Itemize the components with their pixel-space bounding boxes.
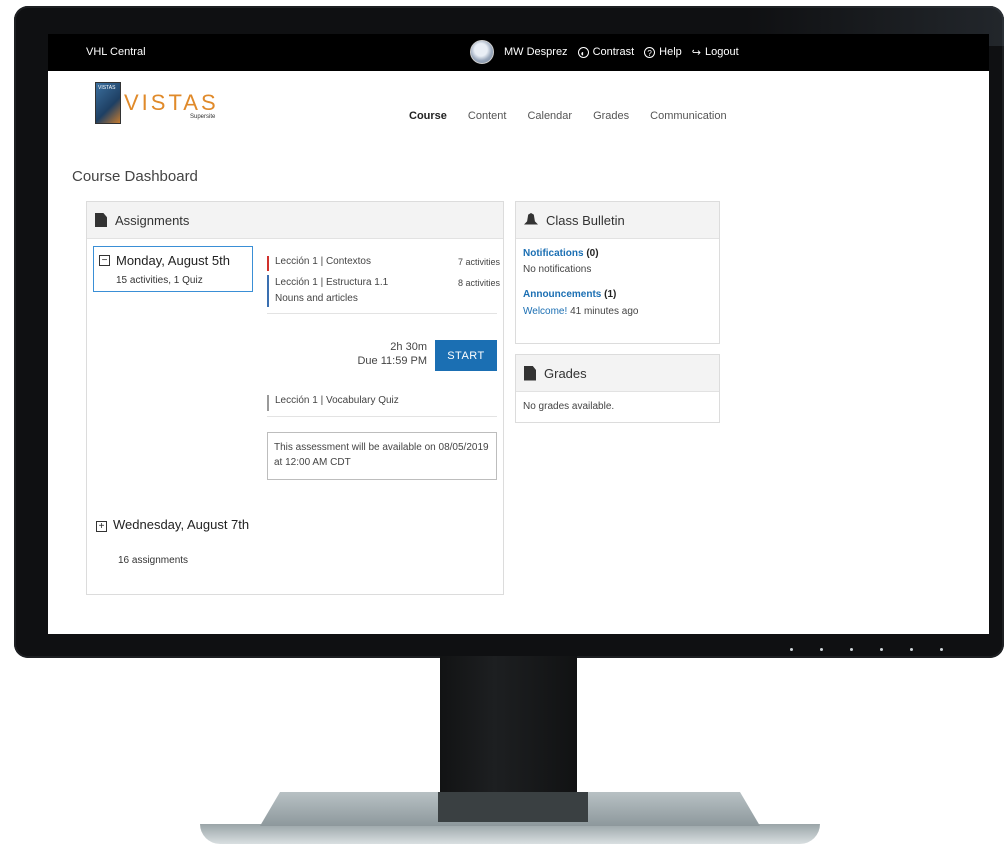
day-title: Monday, August 5th	[116, 253, 230, 268]
help-icon: ?	[644, 46, 656, 58]
grades-panel: Grades No grades available.	[515, 354, 720, 423]
lesson-count: 7 activities	[457, 257, 500, 267]
day-monday[interactable]: − Monday, August 5th 15 activities, 1 Qu…	[93, 246, 253, 292]
logo-text: VISTAS	[124, 90, 219, 115]
document-icon	[95, 213, 107, 227]
lesson-sublabel: Nouns and articles	[275, 293, 358, 304]
vistas-logo[interactable]: VISTAS VISTAS Supersite	[95, 82, 225, 126]
page-title: Course Dashboard	[72, 168, 198, 185]
welcome-link[interactable]: Welcome!	[523, 306, 567, 317]
logout-button[interactable]: ↪ Logout	[692, 46, 739, 59]
announcements-count: (1)	[604, 289, 617, 300]
announcements-link[interactable]: Announcements	[523, 289, 601, 300]
grades-empty-text: No grades available.	[523, 401, 615, 412]
nav-content[interactable]: Content	[468, 110, 507, 122]
brand-link[interactable]: VHL Central	[86, 46, 146, 58]
day-wednesday[interactable]: + Wednesday, August 7th	[96, 516, 256, 534]
availability-note: This assessment will be available on 08/…	[267, 432, 497, 480]
assignments-title: Assignments	[115, 212, 190, 228]
logout-label: Logout	[704, 46, 739, 58]
monitor-buttons	[780, 648, 980, 656]
assignments-header: Assignments	[87, 202, 503, 239]
top-bar: VHL Central MW Desprez ◐ Contrast ? Help…	[48, 34, 989, 71]
logout-icon: ↪	[691, 46, 701, 59]
bulletin-title: Class Bulletin	[546, 212, 625, 228]
day-summary: 16 assignments	[118, 555, 189, 566]
grade-document-icon	[524, 365, 536, 381]
lesson-label: Lección 1 | Vocabulary Quiz	[275, 395, 399, 406]
class-bulletin-panel: Class Bulletin Notifications (0) No noti…	[515, 201, 720, 344]
nav-communication[interactable]: Communication	[650, 110, 726, 122]
announcement-item: Welcome! 41 minutes ago	[523, 306, 638, 317]
day-title: Wednesday, August 7th	[113, 517, 250, 532]
help-button[interactable]: ? Help	[644, 46, 682, 58]
start-button[interactable]: START	[435, 340, 497, 371]
avatar[interactable]	[470, 40, 494, 64]
lesson-label: Lección 1 | Contextos	[275, 256, 371, 267]
divider	[267, 313, 497, 314]
nav-calendar[interactable]: Calendar	[527, 110, 572, 122]
bell-icon	[524, 213, 538, 225]
contrast-icon: ◐	[577, 46, 589, 58]
time-info: 2h 30m Due 11:59 PM	[339, 340, 427, 368]
notifications-link[interactable]: Notifications	[523, 248, 584, 259]
lesson-vocab-quiz[interactable]: Lección 1 | Vocabulary Quiz	[267, 395, 399, 411]
day-summary: 15 activities, 1 Quiz	[116, 275, 203, 286]
bulletin-header: Class Bulletin	[516, 202, 719, 239]
nav-grades[interactable]: Grades	[593, 110, 629, 122]
user-name[interactable]: MW Desprez	[504, 46, 568, 58]
lesson-contextos[interactable]: Lección 1 | Contextos 7 activities	[267, 256, 500, 271]
notifications-count: (0)	[586, 248, 599, 259]
main-nav: Course Content Calendar Grades Communica…	[409, 110, 727, 122]
assignments-panel: Assignments − Monday, August 5th 15 acti…	[86, 201, 504, 595]
user-menu: MW Desprez ◐ Contrast ? Help ↪ Logout	[470, 40, 739, 64]
monitor-neck	[440, 656, 577, 806]
nav-course[interactable]: Course	[409, 110, 447, 122]
grades-header: Grades	[516, 355, 719, 392]
announcements-row: Announcements (1)	[523, 289, 616, 300]
due-time: Due 11:59 PM	[357, 355, 427, 367]
logo-subtitle: Supersite	[190, 114, 216, 120]
book-cover-icon: VISTAS	[95, 82, 121, 124]
contrast-label: Contrast	[592, 46, 635, 58]
announcement-time: 41 minutes ago	[570, 306, 639, 317]
lesson-count: 8 activities	[457, 278, 500, 288]
notifications-row: Notifications (0)	[523, 248, 599, 259]
divider	[267, 416, 497, 417]
book-title: VISTAS	[98, 85, 116, 91]
lesson-label: Lección 1 | Estructura 1.1	[275, 277, 389, 288]
time-estimate: 2h 30m	[390, 341, 427, 353]
collapse-icon[interactable]: −	[99, 255, 110, 266]
notifications-text: No notifications	[523, 264, 592, 275]
lesson-estructura[interactable]: Lección 1 | Estructura 1.1 Nouns and art…	[267, 275, 500, 307]
expand-icon[interactable]: +	[96, 521, 107, 532]
monitor-stand	[200, 792, 820, 852]
help-label: Help	[659, 46, 682, 58]
contrast-button[interactable]: ◐ Contrast	[577, 46, 635, 58]
screen: VHL Central MW Desprez ◐ Contrast ? Help…	[48, 34, 989, 634]
grades-title: Grades	[544, 365, 587, 381]
